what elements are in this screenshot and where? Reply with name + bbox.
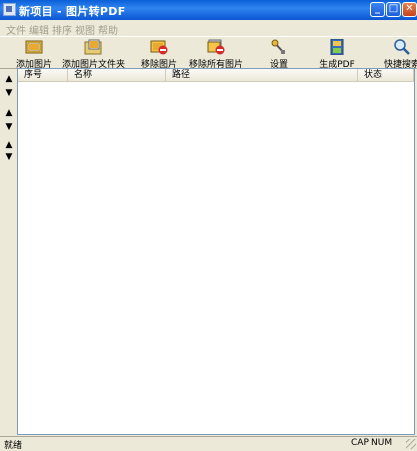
app-window: 新项目 - 图片转PDF _ □ ✕ 文件 编辑 排序 视图 帮助 添加图片 添…: [0, 0, 417, 451]
remove-all-icon: [207, 39, 225, 55]
num-lock-indicator: NUM: [371, 438, 393, 448]
menu-bar: 文件 编辑 排序 视图 帮助: [0, 20, 417, 37]
add-image-button[interactable]: 添加图片: [12, 37, 56, 70]
window-title: 新项目 - 图片转PDF: [19, 5, 126, 18]
remove-image-button[interactable]: 移除图片: [137, 37, 181, 70]
sort-descending-button[interactable]: ▼: [2, 150, 16, 164]
caps-lock-indicator: CAP: [351, 438, 369, 448]
toolbar: 添加图片 添加图片文件夹 移除图片 移除所有图片 设置 生成PDF 快捷搜索: [0, 36, 417, 70]
move-to-bottom-icon: ▼: [5, 122, 13, 132]
menu-file[interactable]: 文件: [6, 22, 26, 37]
sort-descending-icon: ▼: [5, 152, 13, 162]
app-icon[interactable]: [3, 3, 16, 16]
maximize-button[interactable]: □: [386, 2, 401, 17]
quick-search-icon: [394, 39, 410, 55]
title-bar[interactable]: 新项目 - 图片转PDF _ □ ✕: [0, 0, 417, 20]
column-index[interactable]: 序号: [18, 69, 68, 81]
move-up-button[interactable]: ▲: [2, 72, 16, 86]
column-name[interactable]: 名称: [68, 69, 166, 81]
move-to-bottom-button[interactable]: ▼: [2, 120, 16, 134]
list-header: 序号 名称 路径 状态: [18, 69, 414, 82]
sort-ascending-icon: ▲: [5, 140, 13, 150]
remove-image-icon: [150, 40, 168, 55]
add-image-icon: [25, 40, 43, 54]
status-text: 就绪: [4, 441, 23, 451]
move-up-icon: ▲: [5, 74, 13, 84]
minimize-button[interactable]: _: [370, 2, 385, 17]
image-list[interactable]: 序号 名称 路径 状态: [17, 68, 415, 435]
menu-edit[interactable]: 编辑: [29, 22, 49, 37]
move-down-icon: ▼: [5, 88, 13, 98]
menu-sort[interactable]: 排序: [52, 22, 72, 37]
menu-help[interactable]: 帮助: [98, 22, 118, 37]
move-to-top-button[interactable]: ▲: [2, 106, 16, 120]
add-folder-icon: [84, 39, 102, 55]
generate-pdf-button[interactable]: 生成PDF: [317, 37, 357, 70]
reorder-sidebar: ▲ ▼ ▲ ▼ ▲ ▼: [2, 70, 16, 434]
add-folder-button[interactable]: 添加图片文件夹: [62, 37, 125, 70]
status-bar: 就绪 CAP NUM: [0, 436, 417, 451]
column-path[interactable]: 路径: [166, 69, 358, 81]
remove-all-button[interactable]: 移除所有图片: [188, 37, 244, 70]
quick-search-button[interactable]: 快捷搜索: [380, 37, 417, 70]
settings-button[interactable]: 设置: [262, 37, 296, 70]
move-down-button[interactable]: ▼: [2, 86, 16, 100]
settings-icon: [271, 39, 285, 54]
close-button[interactable]: ✕: [402, 2, 417, 17]
resize-grip[interactable]: [406, 439, 416, 449]
move-to-top-icon: ▲: [5, 108, 13, 118]
generate-pdf-icon: [330, 39, 344, 55]
column-status[interactable]: 状态: [358, 69, 414, 81]
menu-view[interactable]: 视图: [75, 22, 95, 37]
